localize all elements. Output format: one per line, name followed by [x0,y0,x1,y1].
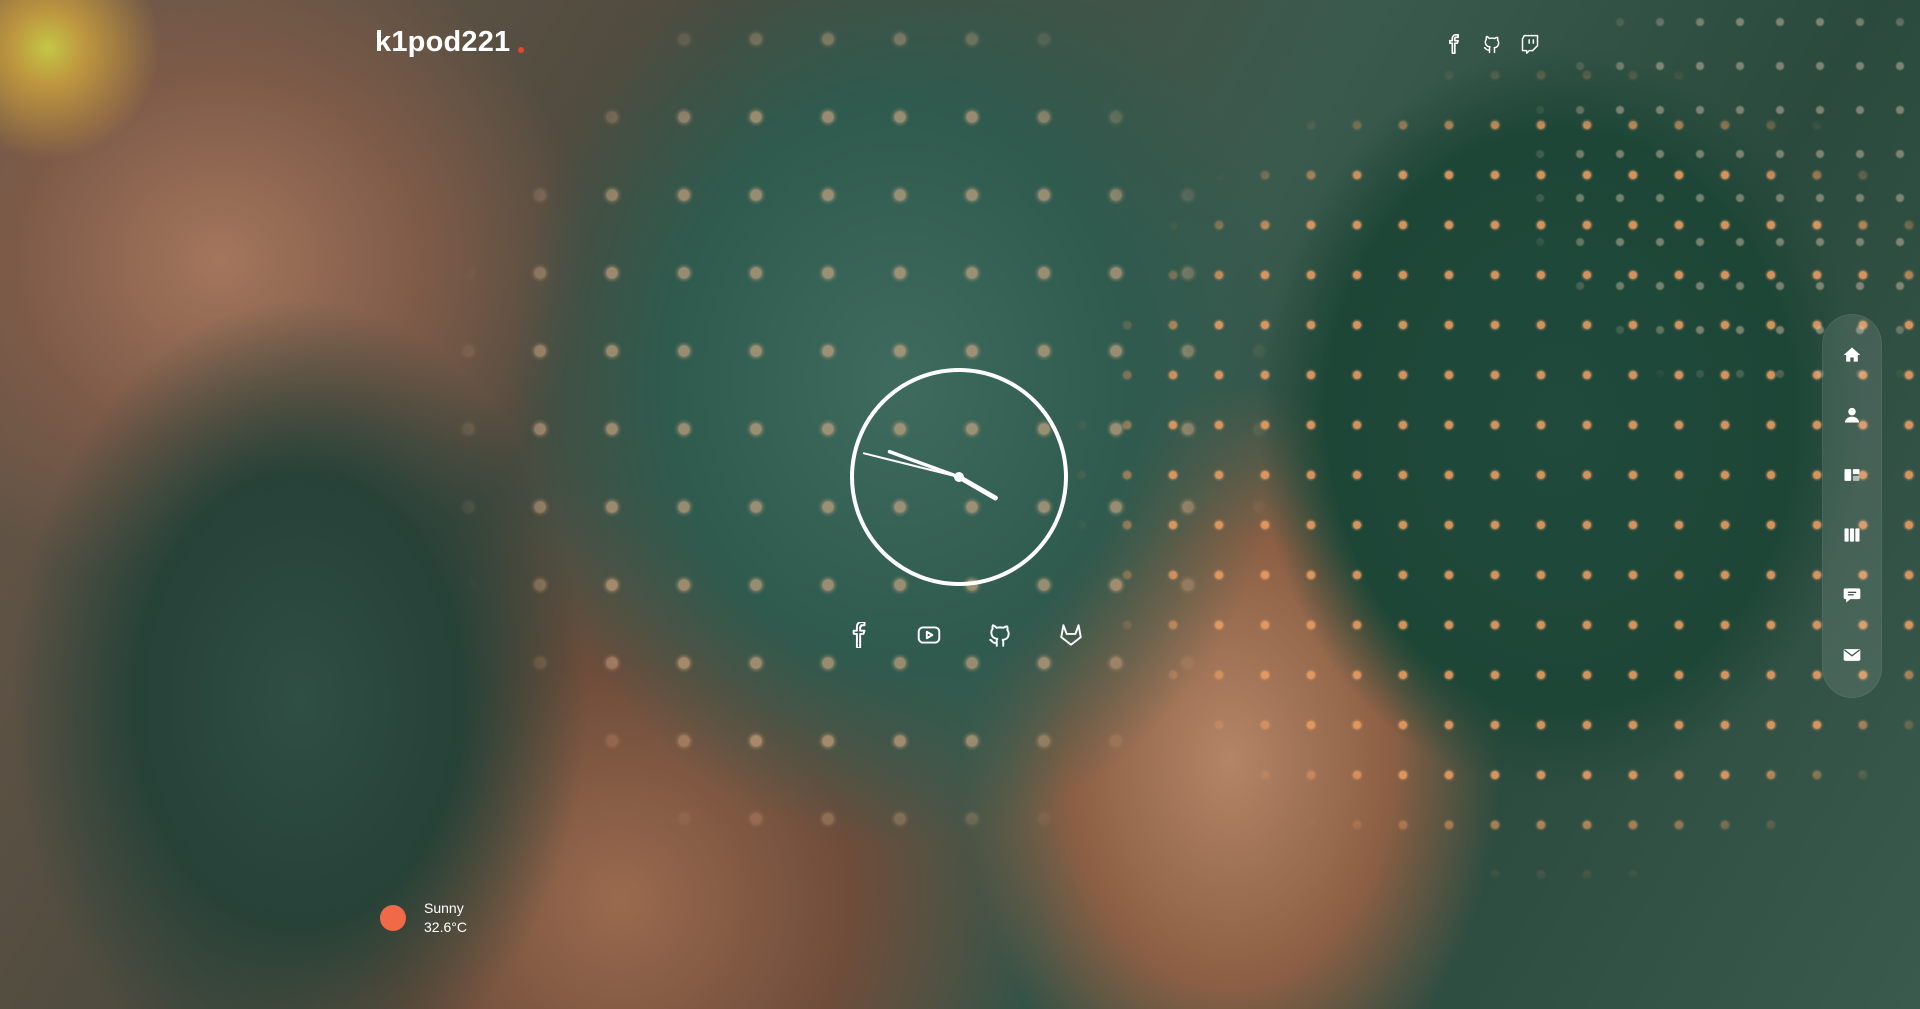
brand-logo[interactable]: k1pod221 [375,26,525,59]
weather-widget: Sunny 32.6°C [380,899,467,937]
weather-temperature: 32.6°C [424,919,467,935]
nav-contact[interactable] [1822,635,1882,675]
brand-dot [518,47,525,53]
nav-testimonials[interactable] [1822,575,1882,615]
clock-hour-hand [956,474,998,501]
nav-portfolio[interactable] [1822,515,1882,555]
user-icon [1842,405,1862,425]
clock-second-hand [862,452,960,478]
weather-condition: Sunny [424,900,464,916]
gitlab-icon[interactable] [1058,622,1084,648]
nav-services[interactable] [1822,455,1882,495]
center-social-links [845,622,1084,648]
dashboard-icon [1842,465,1862,485]
background-splash [0,0,180,180]
mail-icon [1842,645,1862,665]
columns-icon [1842,525,1862,545]
brand-name: k1pod221 [375,26,511,58]
facebook-icon[interactable] [1444,34,1464,54]
github-icon[interactable] [987,622,1013,648]
side-navigation [1822,314,1882,698]
sun-icon [380,905,406,931]
twitch-icon[interactable] [1520,34,1540,54]
header-social-links [1444,34,1540,54]
clock-center-pin [954,472,964,482]
home-icon [1842,345,1862,365]
analog-clock [849,367,1069,587]
github-icon[interactable] [1482,34,1502,54]
clock-minute-hand [887,449,961,479]
youtube-icon[interactable] [916,622,942,648]
facebook-icon[interactable] [845,622,871,648]
chat-icon [1842,585,1862,605]
nav-home[interactable] [1822,335,1882,375]
weather-info: Sunny 32.6°C [424,899,467,937]
nav-about[interactable] [1822,395,1882,435]
